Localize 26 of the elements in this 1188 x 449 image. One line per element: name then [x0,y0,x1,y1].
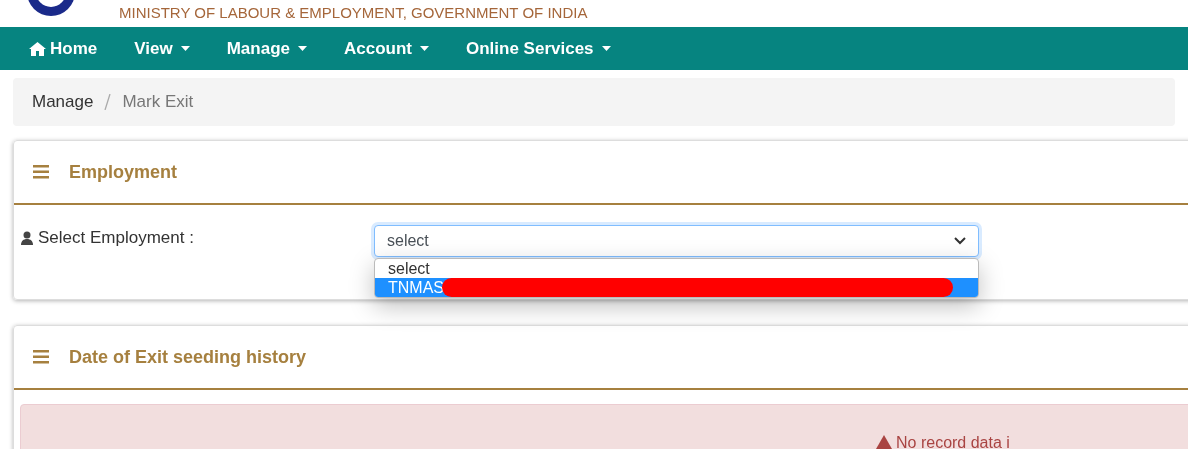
nav-link[interactable]: Manage [226,35,307,62]
nav-link[interactable]: Home [29,35,98,62]
nav-link[interactable]: Online Services [465,35,611,62]
field-label: Select Employment : [38,227,194,249]
breadcrumb-separator-icon [104,94,112,110]
nav-link[interactable]: Account [343,35,429,62]
menu-icon [33,165,49,179]
caret-icon [297,46,307,51]
breadcrumb-link[interactable]: Mark Exit [122,89,194,115]
caret-icon [180,46,190,51]
caret-icon [601,46,611,51]
warning-icon [876,435,892,449]
alert-text: No record data i [896,435,1010,449]
dropdown-option[interactable]: TNMAS [375,278,978,297]
chevron-down-icon [954,237,966,245]
card-title: Employment [69,160,178,184]
caret-icon [419,46,429,51]
user-icon [20,230,34,245]
nav-link[interactable]: View [134,35,190,62]
breadcrumb-link[interactable]: Manage [32,89,94,115]
menu-icon [33,350,49,364]
home-icon [29,41,46,56]
employment-select[interactable]: select [374,225,979,257]
ministry-title: MINISTRY OF LABOUR & EMPLOYMENT, GOVERNMENT OF INDIA [119,3,588,24]
card-title: Date of Exit seeding history [69,345,307,369]
dropdown-option[interactable]: select [375,259,978,278]
